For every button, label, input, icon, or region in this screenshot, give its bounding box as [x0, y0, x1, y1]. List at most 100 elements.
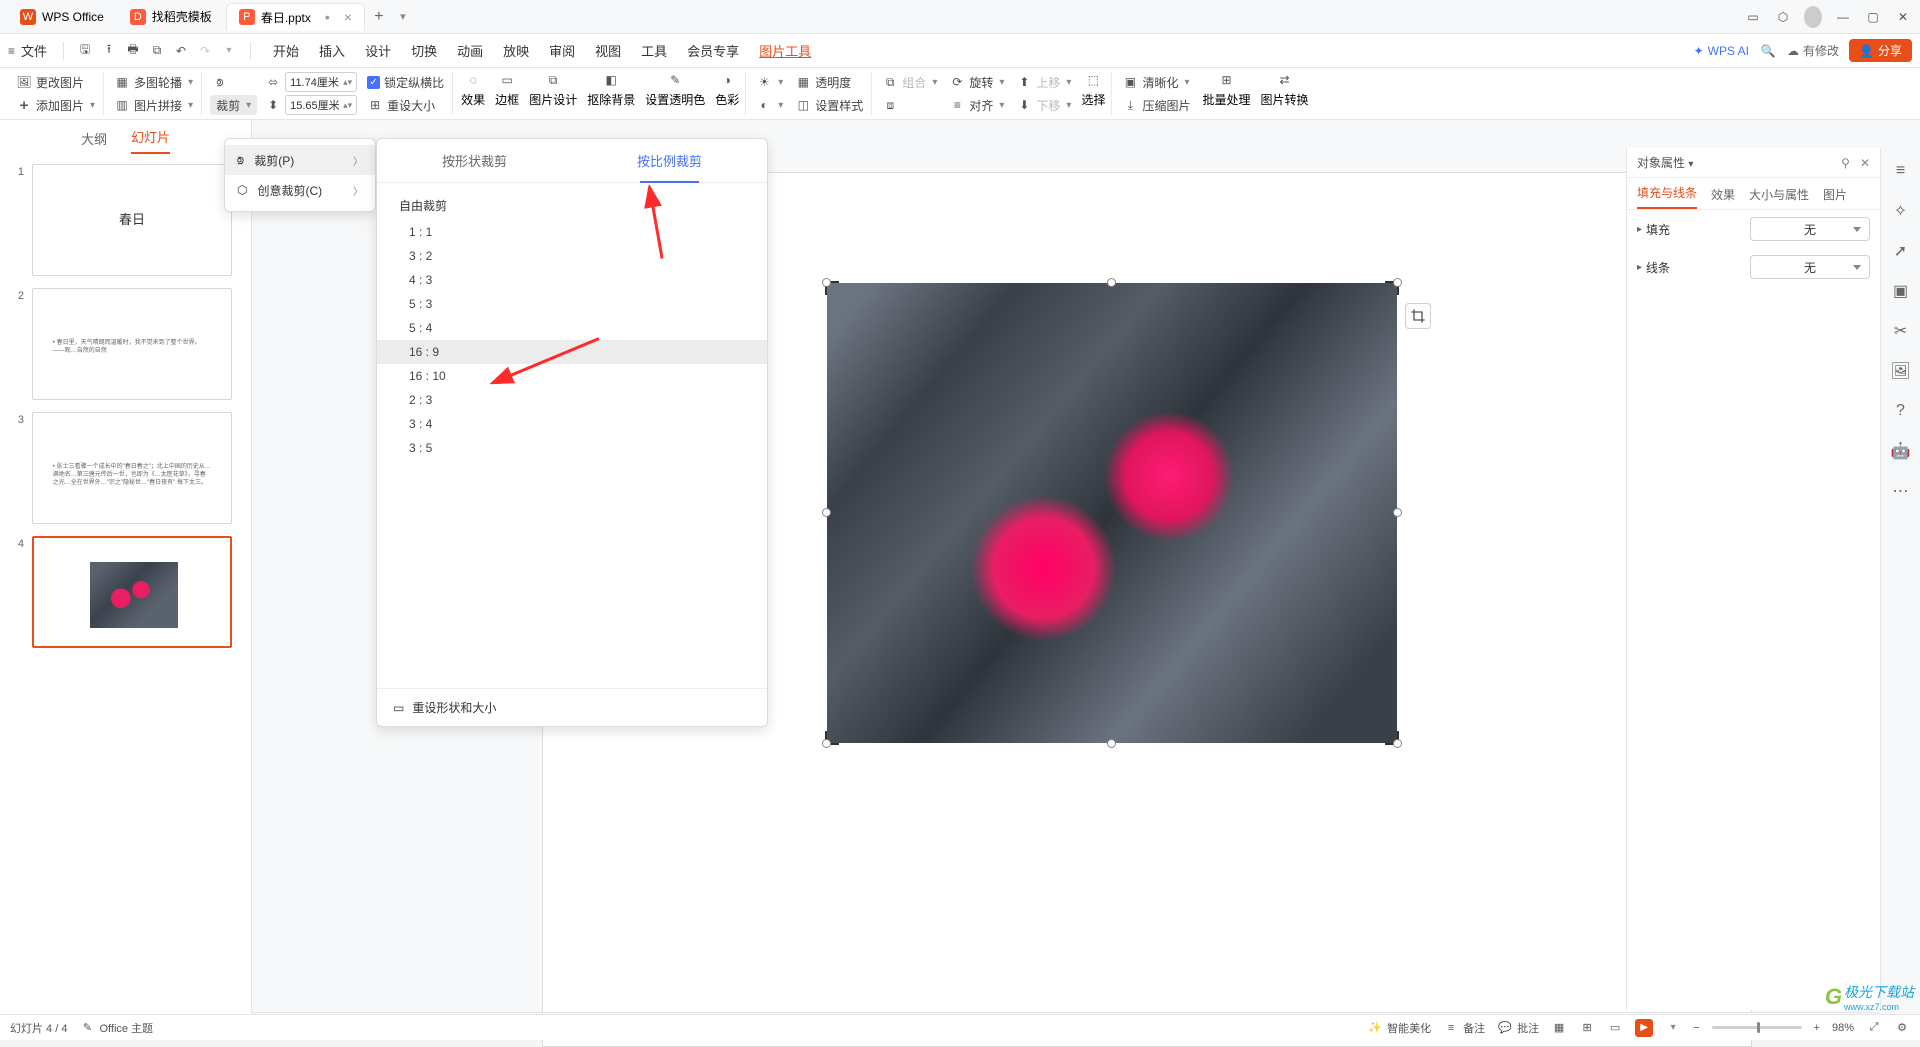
ratio-2-3[interactable]: 2 : 3	[377, 388, 767, 412]
crop-shape-icon[interactable]: ⟄	[210, 72, 257, 92]
sidebar-more-icon[interactable]: ⋯	[1890, 480, 1912, 502]
sidebar-tool-icon[interactable]: ✂	[1890, 320, 1912, 342]
tab-crop-by-ratio[interactable]: 按比例裁剪	[572, 139, 767, 182]
play-dropdown-icon[interactable]: ▾	[1665, 1022, 1681, 1033]
minimize-icon[interactable]: —	[1834, 10, 1852, 24]
menu-insert[interactable]: 插入	[319, 41, 345, 60]
ratio-3-2[interactable]: 3 : 2	[377, 244, 767, 268]
menu-transition[interactable]: 切换	[411, 41, 437, 60]
pin-icon[interactable]: ⚲	[1841, 156, 1850, 170]
sidebar-image-icon[interactable]: 🖼	[1890, 360, 1912, 382]
hamburger-icon[interactable]: ≡	[8, 44, 15, 58]
resize-handle[interactable]	[822, 739, 831, 748]
zoom-slider[interactable]	[1712, 1026, 1802, 1029]
resize-handle[interactable]	[1393, 508, 1402, 517]
sidebar-help-icon[interactable]: ?	[1890, 400, 1912, 422]
avatar[interactable]	[1804, 6, 1822, 28]
reset-shape-size[interactable]: ▭ 重设形状和大小	[377, 688, 767, 726]
set-style-button[interactable]: ◫设置样式	[793, 95, 865, 115]
cloud-sync-status[interactable]: ☁有修改	[1787, 42, 1839, 59]
rotate-button[interactable]: ⟳旋转▾	[947, 72, 1006, 92]
color-button[interactable]: ◑色彩	[715, 72, 739, 115]
crop-float-button[interactable]	[1405, 303, 1431, 329]
reset-size-button[interactable]: ⊞重设大小	[365, 95, 446, 115]
undo-icon[interactable]: ↶	[172, 44, 190, 58]
picture-join-button[interactable]: ▥图片拼接▾	[112, 95, 195, 115]
resize-handle[interactable]	[1393, 278, 1402, 287]
fill-select[interactable]: 无	[1750, 217, 1870, 241]
fit-screen-icon[interactable]: ⤢	[1866, 1021, 1882, 1034]
slide-thumb-2[interactable]: • 春日里，天气晴朗而温暖时，我不觉来到了整个世界。——观…自然的自然	[32, 288, 232, 400]
ratio-5-4[interactable]: 5 : 4	[377, 316, 767, 340]
export-icon[interactable]: ⭱	[100, 40, 118, 61]
effect-button[interactable]: ◌效果	[461, 72, 485, 115]
ratio-5-3[interactable]: 5 : 3	[377, 292, 767, 316]
selected-image[interactable]	[827, 283, 1397, 743]
resize-handle[interactable]	[1107, 278, 1116, 287]
search-icon[interactable]: 🔍	[1759, 44, 1777, 58]
ratio-1-1[interactable]: 1 : 1	[377, 220, 767, 244]
rp-tab-picture[interactable]: 图片	[1823, 186, 1847, 209]
rp-tab-effect[interactable]: 效果	[1711, 186, 1735, 209]
resize-handle[interactable]	[1393, 739, 1402, 748]
height-input[interactable]: 15.65厘米▴▾	[285, 95, 357, 115]
resize-handle[interactable]	[1107, 739, 1116, 748]
menu-review[interactable]: 审阅	[549, 41, 575, 60]
tab-crop-by-shape[interactable]: 按形状裁剪	[377, 139, 572, 182]
sidebar-arrow-icon[interactable]: ➚	[1890, 240, 1912, 262]
align-button[interactable]: ≡对齐▾	[947, 95, 1006, 115]
window-multi-icon[interactable]: ▭	[1744, 10, 1762, 24]
sidebar-toggle-icon[interactable]: ≡	[1890, 160, 1912, 182]
line-select[interactable]: 无	[1750, 255, 1870, 279]
set-transparent-button[interactable]: ✎设置透明色	[645, 72, 705, 115]
brightness-button[interactable]: ☀▾	[754, 72, 785, 92]
menu-design[interactable]: 设计	[365, 41, 391, 60]
zoom-value[interactable]: 98%	[1832, 1022, 1854, 1034]
redo-icon[interactable]: ↷	[196, 44, 214, 58]
slides-tab[interactable]: 幻灯片	[131, 127, 170, 154]
comments-button[interactable]: 💬批注	[1497, 1020, 1539, 1036]
change-picture-button[interactable]: 🖼更改图片	[14, 72, 97, 92]
zoom-in-icon[interactable]: +	[1814, 1022, 1820, 1034]
slide-thumb-4[interactable]	[32, 536, 232, 648]
crop-menu-creative[interactable]: ⬡创意裁剪(C) 〉	[225, 175, 375, 205]
add-picture-button[interactable]: 🞥添加图片▾	[14, 95, 97, 115]
resize-handle[interactable]	[822, 508, 831, 517]
settings-icon[interactable]: ⚙	[1894, 1021, 1910, 1034]
maximize-icon[interactable]: ▢	[1864, 10, 1882, 24]
contrast-button[interactable]: ◐▾	[754, 95, 785, 115]
preview-icon[interactable]: ⧉	[148, 43, 166, 58]
menu-slideshow[interactable]: 放映	[503, 41, 529, 60]
print-icon[interactable]: 🖶	[124, 40, 142, 61]
smart-beautify-button[interactable]: ✨智能美化	[1367, 1020, 1431, 1036]
save-icon[interactable]: 🖫	[76, 40, 94, 61]
ratio-16-10[interactable]: 16 : 10	[377, 364, 767, 388]
wps-ai-button[interactable]: ✦WPS AI	[1694, 44, 1749, 58]
close-tab-icon[interactable]: ×	[344, 9, 352, 25]
outline-tab[interactable]: 大纲	[81, 129, 107, 154]
tab-templates[interactable]: D 找稻壳模板	[118, 3, 224, 31]
compress-button[interactable]: ⤓压缩图片	[1120, 95, 1192, 115]
rp-tab-fill[interactable]: 填充与线条	[1637, 184, 1697, 209]
clarity-button[interactable]: ▣清晰化▾	[1120, 72, 1192, 92]
notes-button[interactable]: ≡备注	[1443, 1020, 1485, 1036]
zoom-out-icon[interactable]: −	[1693, 1022, 1699, 1034]
border-button[interactable]: ▭边框	[495, 72, 519, 115]
view-grid-icon[interactable]: ⊞	[1579, 1021, 1595, 1034]
slide-thumb-3[interactable]: • 张士三看骤一个成长中的"春日春之"；北上中国的历史从…满地名…第三唐元传后一…	[32, 412, 232, 524]
crop-menu-crop[interactable]: ⟄裁剪(P) 〉	[225, 145, 375, 175]
line-label[interactable]: 线条	[1637, 259, 1670, 276]
free-crop-label[interactable]: 自由裁剪	[377, 191, 767, 220]
cube-icon[interactable]: ⬡	[1774, 10, 1792, 24]
ratio-4-3[interactable]: 4 : 3	[377, 268, 767, 292]
width-input[interactable]: 11.74厘米▴▾	[285, 72, 357, 92]
sidebar-shape-icon[interactable]: ▣	[1890, 280, 1912, 302]
play-slideshow-icon[interactable]: ▶	[1635, 1019, 1653, 1037]
menu-view[interactable]: 视图	[595, 41, 621, 60]
menu-picture-tools[interactable]: 图片工具	[759, 41, 811, 60]
convert-button[interactable]: ⇄图片转换	[1260, 72, 1308, 115]
menu-member[interactable]: 会员专享	[687, 41, 739, 60]
multi-rotate-button[interactable]: ▦多图轮播▾	[112, 72, 195, 92]
menu-start[interactable]: 开始	[273, 41, 299, 60]
ratio-3-4[interactable]: 3 : 4	[377, 412, 767, 436]
